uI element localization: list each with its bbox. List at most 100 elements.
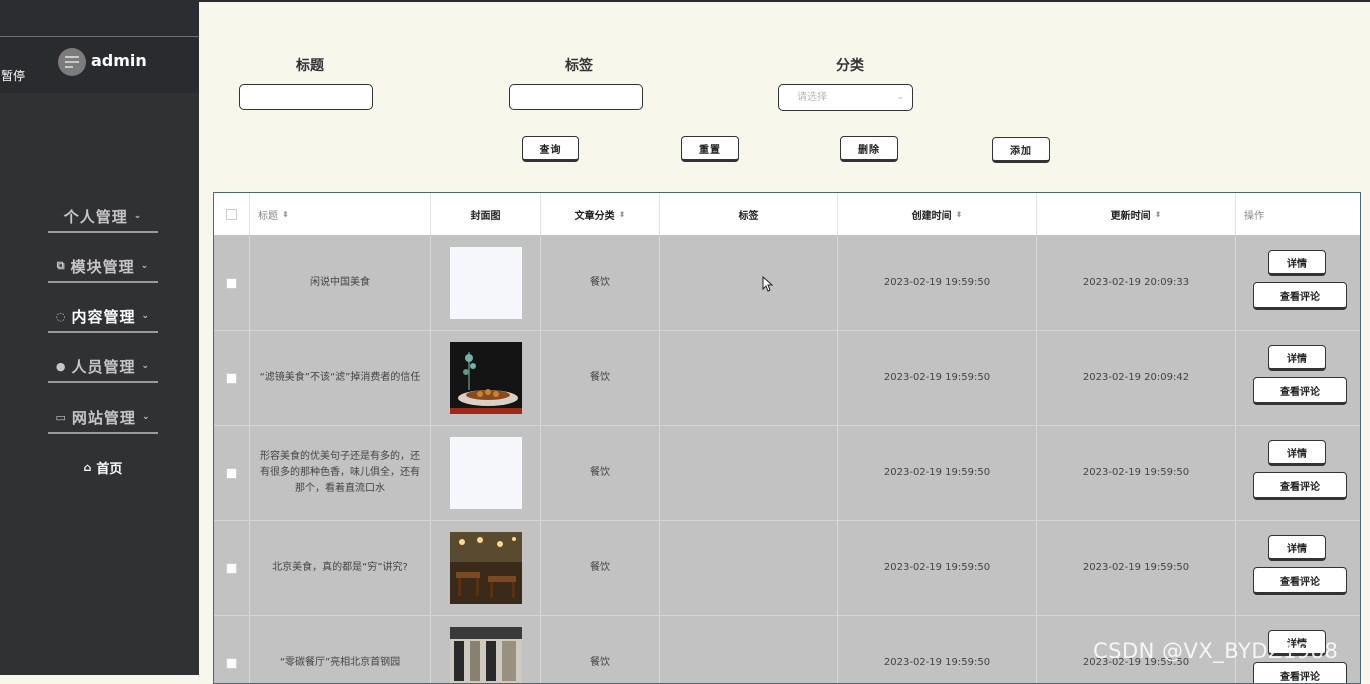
add-button[interactable]: 添加	[992, 137, 1050, 163]
sort-icon[interactable]: ⬍	[282, 210, 289, 219]
sidebar-item-modules[interactable]: ⧉ 模块管理 ⌄	[48, 251, 158, 283]
detail-button[interactable]: 详情	[1268, 535, 1326, 561]
sidebar-item-label: 人员管理	[71, 357, 136, 376]
header-created-label: 创建时间	[911, 210, 952, 222]
row-select-cell	[214, 521, 250, 615]
row-checkbox[interactable]	[226, 467, 237, 479]
header-ops: 操作	[1236, 193, 1360, 235]
row-updated: 2023-02-19 20:09:42	[1037, 331, 1236, 425]
pause-label[interactable]: 暂停	[0, 67, 27, 84]
detail-button[interactable]: 详情	[1268, 440, 1326, 466]
row-select-cell	[214, 236, 250, 330]
user-icon: ●	[55, 359, 67, 373]
row-checkbox[interactable]	[226, 562, 237, 574]
row-created: 2023-02-19 19:59:50	[838, 521, 1037, 615]
row-cover-cell	[431, 331, 541, 425]
row-checkbox[interactable]	[226, 372, 237, 384]
chevron-down-icon: ⌄	[141, 412, 151, 422]
table-row: 北京美食，真的都是“穷”讲究? 餐饮 2023-02-19 19:59:50 2…	[214, 521, 1360, 616]
view-comments-button[interactable]: 查看评论	[1253, 472, 1347, 500]
cover-image[interactable]	[449, 247, 522, 319]
row-category: 餐饮	[541, 521, 660, 615]
header-updated[interactable]: 更新时间 ⬍	[1037, 193, 1236, 235]
row-cover-cell	[431, 236, 541, 330]
avatar[interactable]	[58, 48, 86, 76]
row-checkbox[interactable]	[226, 657, 237, 669]
sidebar-item-website[interactable]: ▭ 网站管理 ⌄	[48, 402, 158, 434]
copy-icon: ⧉	[56, 259, 66, 272]
sidebar-item-staff[interactable]: ● 人员管理 ⌄	[48, 351, 158, 383]
sort-icon[interactable]: ⬍	[1155, 210, 1162, 219]
row-title: “滤镜美食”不该“滤”掉消费者的信任	[250, 331, 431, 425]
category-select[interactable]: 请选择 ⌄	[778, 84, 913, 111]
chevron-down-icon: ⌄	[896, 92, 904, 102]
table-row: “滤镜美食”不该“滤”掉消费者的信任 餐饮 2023-02-19 19:59:5…	[214, 331, 1360, 426]
delete-button[interactable]: 删除	[840, 136, 898, 162]
view-comments-button[interactable]: 查看评论	[1253, 662, 1347, 683]
sidebar-item-label: 个人管理	[63, 207, 128, 226]
header-cover: 封面图	[431, 193, 541, 235]
detail-button[interactable]: 详情	[1268, 250, 1326, 276]
row-title: 闲说中国美食	[250, 236, 431, 330]
header-category[interactable]: 文章分类 ⬍	[541, 193, 660, 235]
sidebar-item-label: 网站管理	[71, 408, 136, 427]
header-title[interactable]: 标题 ⬍	[250, 193, 431, 235]
row-category: 餐饮	[541, 331, 660, 425]
row-tags	[660, 616, 838, 683]
mouse-cursor-icon	[762, 276, 774, 292]
sidebar-item-content[interactable]: ◌ 内容管理 ⌄	[48, 301, 158, 333]
row-category: 餐饮	[541, 426, 660, 520]
comment-icon: ◌	[55, 309, 67, 323]
cover-image[interactable]	[449, 342, 522, 414]
title-filter-input[interactable]	[239, 84, 373, 110]
detail-button[interactable]: 详情	[1268, 345, 1326, 371]
category-select-placeholder: 请选择	[797, 92, 827, 103]
view-comments-button[interactable]: 查看评论	[1253, 282, 1347, 310]
sort-icon[interactable]: ⬍	[956, 210, 963, 219]
watermark: CSDN @VX_BYDZ1988	[1093, 639, 1339, 663]
view-comments-button[interactable]: 查看评论	[1253, 377, 1347, 405]
row-tags	[660, 236, 838, 330]
sidebar-item-personal[interactable]: 个人管理 ⌄	[48, 201, 158, 233]
header-updated-label: 更新时间	[1110, 210, 1151, 222]
row-tags	[660, 331, 838, 425]
row-category: 餐饮	[541, 616, 660, 683]
row-created: 2023-02-19 19:59:50	[838, 331, 1037, 425]
sidebar-item-home[interactable]: ⌂ 首页	[48, 455, 158, 479]
sort-icon[interactable]: ⬍	[619, 210, 626, 219]
row-created: 2023-02-19 19:59:50	[838, 236, 1037, 330]
sidebar-item-label: 模块管理	[70, 257, 135, 276]
cover-image[interactable]	[449, 532, 522, 604]
cover-image[interactable]	[449, 437, 522, 509]
monitor-icon: ▭	[55, 410, 67, 424]
row-category: 餐饮	[541, 236, 660, 330]
row-checkbox[interactable]	[226, 277, 237, 289]
header-category-label: 文章分类	[574, 210, 615, 222]
row-title: 形容美食的优美句子还是有多的，还有很多的那种色香，味儿俱全，还有那个，看着直流口…	[250, 426, 431, 520]
row-updated: 2023-02-19 19:59:50	[1037, 521, 1236, 615]
row-created: 2023-02-19 19:59:50	[838, 616, 1037, 683]
row-created: 2023-02-19 19:59:50	[838, 426, 1037, 520]
window-top-border	[0, 0, 1370, 2]
sidebar-topbar	[0, 0, 199, 37]
chevron-down-icon: ⌄	[141, 311, 151, 321]
row-title: “零碳餐厅”亮相北京首钢园	[250, 616, 431, 683]
row-cover-cell	[431, 616, 541, 684]
table-header: 标题 ⬍ 封面图 文章分类 ⬍ 标签 创建时间 ⬍ 更新时间 ⬍ 操作	[214, 193, 1360, 235]
tag-filter-input[interactable]	[509, 84, 643, 110]
articles-table: 标题 ⬍ 封面图 文章分类 ⬍ 标签 创建时间 ⬍ 更新时间 ⬍ 操作 闲说中国美食 餐…	[213, 192, 1361, 684]
select-all-checkbox[interactable]	[226, 208, 237, 220]
header-created[interactable]: 创建时间 ⬍	[838, 193, 1037, 235]
sidebar-item-label: 内容管理	[71, 307, 136, 326]
row-select-cell	[214, 331, 250, 425]
sidebar: admin 暂停 个人管理 ⌄ ⧉ 模块管理 ⌄ ◌ 内容管理 ⌄ ● 人员管理…	[0, 0, 199, 675]
cover-image[interactable]	[449, 627, 522, 684]
table-row: 闲说中国美食 餐饮 2023-02-19 19:59:50 2023-02-19…	[214, 236, 1360, 331]
row-updated: 2023-02-19 20:09:33	[1037, 236, 1236, 330]
view-comments-button[interactable]: 查看评论	[1253, 567, 1347, 595]
username[interactable]: admin	[91, 51, 147, 70]
query-button[interactable]: 查询	[522, 136, 579, 162]
chevron-down-icon: ⌄	[140, 261, 150, 271]
row-select-cell	[214, 426, 250, 520]
reset-button[interactable]: 重置	[681, 136, 739, 162]
